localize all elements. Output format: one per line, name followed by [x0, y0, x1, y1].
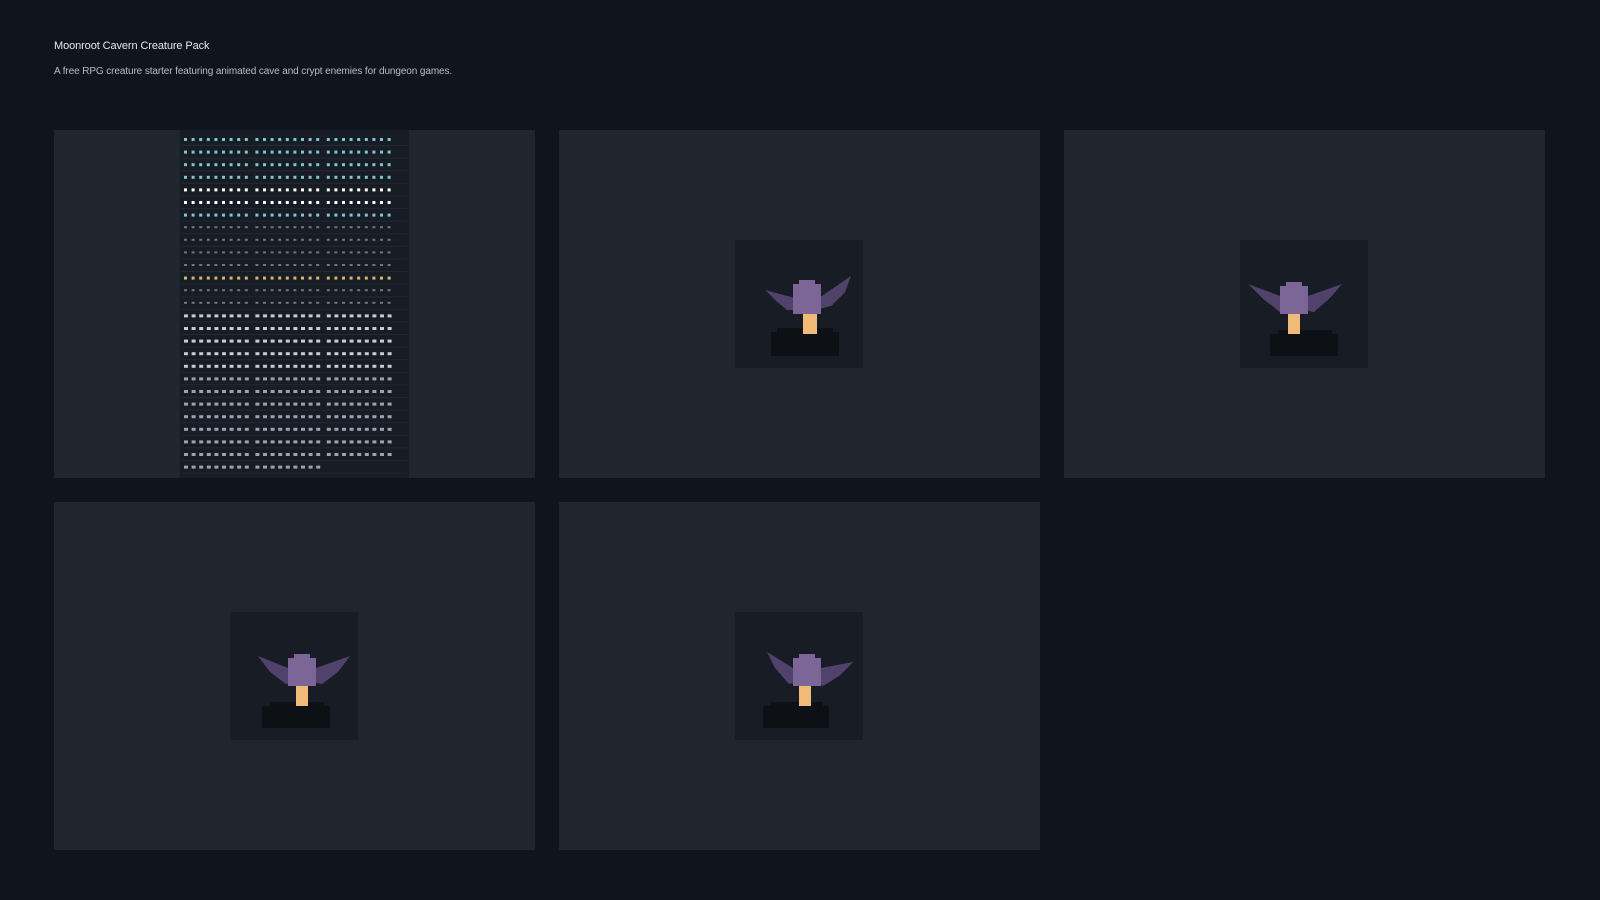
gallery-item-sprite-sheet[interactable] [54, 130, 535, 478]
cave-bat-creature-icon [230, 612, 358, 740]
cave-bat-creature-icon [735, 240, 863, 368]
gallery-item-creature-frame-2[interactable] [1064, 130, 1545, 478]
page-title: Moonroot Cavern Creature Pack [54, 40, 210, 52]
gallery-item-creature-frame-1[interactable] [559, 130, 1040, 478]
page-subtitle: A free RPG creature starter featuring an… [54, 66, 453, 77]
cave-bat-creature-icon [735, 612, 863, 740]
sprite-sheet-thumbnail-icon [180, 130, 409, 478]
cave-bat-creature-icon [1240, 240, 1368, 368]
page: Moonroot Cavern Creature Pack A free RPG… [0, 0, 1600, 900]
gallery-item-creature-frame-3[interactable] [54, 502, 535, 850]
gallery-item-creature-frame-4[interactable] [559, 502, 1040, 850]
